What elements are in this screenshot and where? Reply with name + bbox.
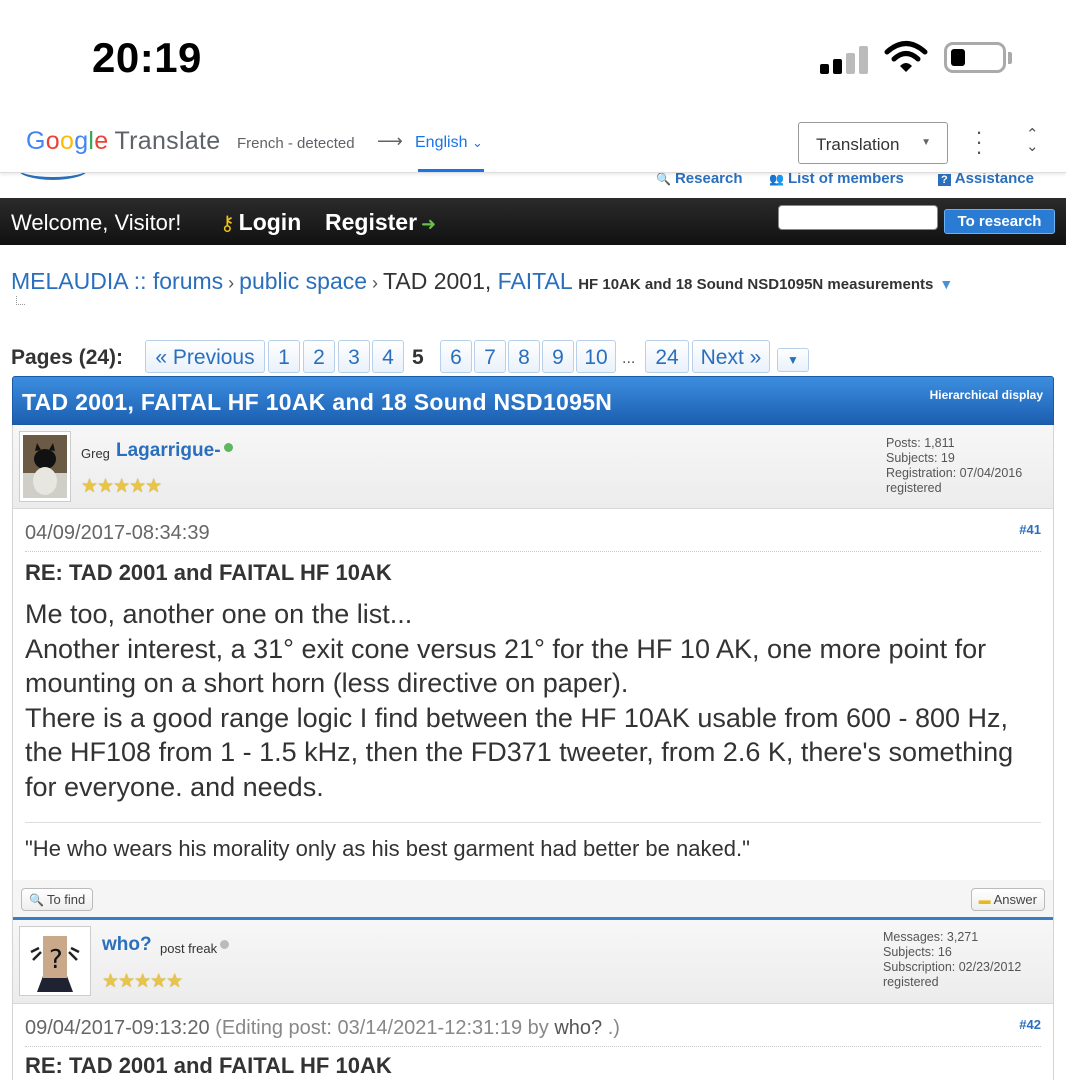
edit-note: (Editing post: 03/14/2021-12:31:19 by wh… xyxy=(215,1017,620,1039)
google-translate-logo: Google Translate xyxy=(26,127,221,155)
post-paragraph: Another interest, a 31° exit cone versus… xyxy=(25,633,987,699)
welcome-bar: Welcome, Visitor! ⚷ Login Register ➜ To re… xyxy=(0,198,1066,245)
breadcrumb-current-prefix: TAD 2001, xyxy=(383,268,492,294)
login-link[interactable]: ⚷ Login xyxy=(220,209,301,236)
page-link[interactable]: 6 xyxy=(440,340,472,373)
cellular-signal-icon xyxy=(820,44,870,74)
magnifier-icon: 🔍 xyxy=(29,893,44,907)
post: ? who? post freak ★★★★★ Messages: 3,271 … xyxy=(12,920,1054,1080)
breadcrumb-current-tail: HF 10AK and 18 Sound NSD1095N measuremen… xyxy=(578,276,934,293)
svg-text:?: ? xyxy=(49,945,63,975)
page-jump-dropdown[interactable]: ▼ xyxy=(777,348,809,372)
page-link[interactable]: 2 xyxy=(303,340,335,373)
status-bar: 20:19 xyxy=(0,0,1066,115)
tree-branch-icon xyxy=(16,296,25,305)
last-page-link[interactable]: 24 xyxy=(645,340,689,373)
target-language-select[interactable]: English ⌄ xyxy=(415,134,483,152)
author-bar: Greg Lagarrigue- ★★★★★ Posts: 1,811 Subj… xyxy=(13,425,1053,509)
collapse-icon[interactable]: ⌃ ⌄ xyxy=(1026,127,1039,154)
post-paragraph: There is a good range logic I find betwe… xyxy=(25,702,1014,802)
arrow-right-icon: ⟶ xyxy=(377,131,403,151)
wifi-icon xyxy=(884,41,928,72)
breadcrumb-public-space[interactable]: public space xyxy=(239,268,367,294)
register-icon: ➜ xyxy=(421,214,437,234)
caret-down-icon: ▼ xyxy=(921,137,931,148)
avatar-image: ? xyxy=(23,930,87,992)
post-number-link[interactable]: #41 xyxy=(1019,522,1041,537)
page-link[interactable]: 3 xyxy=(338,340,370,373)
rating-stars-icon: ★★★★★ xyxy=(102,971,183,992)
online-status-icon xyxy=(223,443,233,452)
post-date: 09/04/2017-09:13:20 (Editing post: 03/14… xyxy=(25,1017,620,1039)
post-text: Me too, another one on the list... Anoth… xyxy=(25,597,1035,804)
dropdown-arrow-icon: ▼ xyxy=(787,353,799,367)
key-icon: ⚷ xyxy=(220,213,235,235)
breadcrumb-current-link[interactable]: FAITAL xyxy=(498,268,572,294)
author-name[interactable]: Lagarrigue- xyxy=(116,440,233,462)
breadcrumb: MELAUDIA :: forums › public space › TAD 2001… xyxy=(11,268,954,294)
post-body: 04/09/2017-08:34:39 #41 RE: TAD 2001 and… xyxy=(13,510,1053,880)
register-link[interactable]: Register ➜ xyxy=(325,209,436,236)
more-options-icon[interactable]: · · · xyxy=(972,121,986,163)
author-prefix: Greg xyxy=(81,446,110,461)
previous-page-button[interactable]: « Previous xyxy=(145,340,265,373)
author-rank: post freak xyxy=(160,940,230,956)
page-link[interactable]: 7 xyxy=(474,340,506,373)
page-link[interactable]: 8 xyxy=(508,340,540,373)
battery-tip xyxy=(1008,52,1012,64)
post-footer: 🔍 To find ▬ Answer xyxy=(13,880,1053,920)
speech-bubble-icon: ▬ xyxy=(978,893,991,907)
translation-mode-select[interactable]: Translation ▼ xyxy=(798,122,948,164)
author-name[interactable]: who? xyxy=(102,934,152,956)
topic-title: TAD 2001, FAITAL HF 10AK and 18 Sound NS… xyxy=(22,389,613,415)
breadcrumb-forums[interactable]: MELAUDIA :: forums xyxy=(11,268,223,294)
signature-divider xyxy=(25,822,1041,823)
hierarchical-display-link[interactable]: Hierarchical display xyxy=(930,388,1043,402)
edit-author-link[interactable]: who? xyxy=(554,1017,602,1039)
author-stats: Messages: 3,271 Subjects: 16 Subscriptio… xyxy=(883,930,1022,989)
rating-stars-icon: ★★★★★ xyxy=(81,476,162,497)
source-language[interactable]: French - detected xyxy=(237,135,355,152)
topic-header: TAD 2001, FAITAL HF 10AK and 18 Sound NS… xyxy=(12,376,1054,425)
post-number-link[interactable]: #42 xyxy=(1019,1017,1041,1032)
search-input[interactable] xyxy=(778,205,938,230)
avatar[interactable] xyxy=(19,431,71,502)
status-time: 20:19 xyxy=(92,34,202,81)
post-date: 04/09/2017-08:34:39 xyxy=(25,522,210,544)
search-button[interactable]: To research xyxy=(944,209,1055,234)
signature: "He who wears his morality only as his b… xyxy=(25,836,750,861)
page-link[interactable]: 4 xyxy=(372,340,404,373)
dropdown-arrow-icon[interactable]: ▼ xyxy=(939,276,953,292)
post-subject: RE: TAD 2001 and FAITAL HF 10AK xyxy=(25,560,392,585)
post: Greg Lagarrigue- ★★★★★ Posts: 1,811 Subj… xyxy=(12,425,1054,920)
page-link[interactable]: 10 xyxy=(576,340,616,373)
author-stats: Posts: 1,811 Subjects: 19 Registration: … xyxy=(886,436,1023,495)
find-button[interactable]: 🔍 To find xyxy=(21,888,94,911)
battery-icon xyxy=(944,42,1006,73)
author-bar: ? who? post freak ★★★★★ Messages: 3,271 … xyxy=(13,920,1053,1004)
welcome-text: Welcome, Visitor! xyxy=(11,210,182,235)
members-icon: 👥 xyxy=(769,172,784,186)
offline-status-icon xyxy=(220,940,230,949)
page-link[interactable]: 9 xyxy=(542,340,574,373)
post-body: 09/04/2017-09:13:20 (Editing post: 03/14… xyxy=(13,1005,1053,1080)
divider xyxy=(25,551,1041,552)
site-header-links: 🔍 Research 👥 List of members ? Assistance xyxy=(0,170,1066,198)
post-paragraph: Me too, another one on the list... xyxy=(25,599,413,629)
post-subject: RE: TAD 2001 and FAITAL HF 10AK xyxy=(25,1053,392,1078)
avatar[interactable]: ? xyxy=(19,926,91,996)
pagination-ellipsis: ... xyxy=(622,350,636,367)
google-translate-bar: Google Translate French - detected ⟶ Engl… xyxy=(0,115,1066,173)
pages-label: Pages (24): xyxy=(11,346,124,369)
page-link[interactable]: 1 xyxy=(268,340,300,373)
chevron-down-icon: ⌄ xyxy=(471,135,483,150)
divider xyxy=(25,1046,1041,1047)
answer-button[interactable]: ▬ Answer xyxy=(970,888,1045,911)
target-language-underline xyxy=(418,169,484,172)
avatar-image xyxy=(23,435,67,498)
current-page: 5 xyxy=(412,346,424,369)
next-page-button[interactable]: Next » xyxy=(692,340,770,373)
help-icon: ? xyxy=(938,174,951,186)
magnifier-icon: 🔍 xyxy=(656,172,671,186)
